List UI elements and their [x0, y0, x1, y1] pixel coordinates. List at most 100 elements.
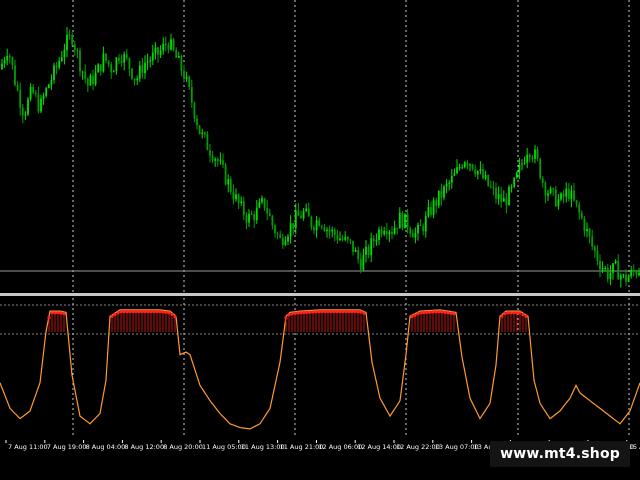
candle-body [339, 238, 341, 241]
candle-body [583, 218, 586, 232]
candle-body [157, 47, 159, 55]
candle-body [203, 132, 206, 135]
candle-body [27, 99, 29, 115]
candle-body [68, 34, 71, 36]
candle-body [167, 45, 170, 50]
indicator-dot [56, 311, 60, 315]
candle-body [261, 198, 263, 203]
candle-body [141, 65, 144, 74]
candle-body [276, 233, 279, 235]
indicator-dot [443, 310, 447, 314]
indicator-dot [515, 311, 519, 315]
candle-body [263, 198, 266, 208]
candle-body [248, 213, 250, 223]
candle-body [94, 72, 97, 85]
indicator-dot [119, 310, 123, 314]
time-axis-label: 7 Aug 11:00 [8, 443, 48, 451]
indicator-dot [314, 310, 318, 314]
indicator-dot [302, 311, 306, 315]
candle-body [617, 260, 620, 280]
candle-body [313, 227, 315, 231]
candle-body [175, 49, 178, 58]
price-pane[interactable] [0, 0, 640, 292]
candle-body [575, 200, 578, 205]
candle-body [380, 229, 383, 235]
indicator-dot [173, 315, 177, 319]
indicator-dot [323, 310, 327, 314]
candle-body [99, 64, 102, 72]
candle-body [510, 186, 513, 188]
candle-body [211, 155, 214, 161]
candle-body [193, 102, 196, 119]
indicator-dot [428, 310, 432, 314]
candle-body [505, 198, 508, 206]
candle-body [151, 52, 154, 61]
candle-body [53, 65, 55, 80]
candle-body [349, 239, 352, 241]
candle-body [159, 50, 162, 55]
indicator-dot [503, 312, 507, 316]
indicator-dot [356, 310, 360, 314]
indicator-dot [431, 310, 435, 314]
candle-body [635, 271, 638, 276]
candle-body [183, 70, 185, 79]
candle-body [232, 192, 235, 200]
candle-body [180, 56, 183, 71]
indicator-dot [347, 310, 351, 314]
candle-body [471, 164, 474, 170]
indicator-dot [512, 311, 516, 315]
candle-body [32, 86, 35, 93]
candle-body [411, 233, 414, 238]
candle-body [209, 150, 211, 156]
candle-body [430, 207, 432, 215]
time-axis-label: 12 Aug 06:00 [318, 443, 362, 451]
candle-body [375, 240, 378, 242]
candle-body [97, 64, 100, 73]
candle-body [115, 57, 118, 72]
candle-body [565, 188, 568, 197]
time-axis-label: 15 Aug [629, 443, 640, 451]
candle-body [21, 107, 24, 116]
indicator-dot [362, 311, 366, 315]
candle-body [476, 171, 479, 175]
candle-body [614, 260, 617, 264]
indicator-pane[interactable] [0, 298, 640, 438]
candle-body [440, 190, 443, 198]
chart-window[interactable]: 7 Aug 11:00 7 Aug 19:00 8 Aug 04:00 8 Aug 1… [0, 0, 640, 480]
candle-body [289, 223, 292, 237]
candle-body [424, 216, 427, 232]
indicator-dot [434, 310, 438, 314]
candle-body [357, 250, 360, 260]
indicator-dot [299, 311, 303, 315]
candle-body [419, 224, 422, 226]
candle-body [19, 90, 22, 108]
indicator-dot [284, 316, 288, 320]
time-axis-label: 8 Aug 20:00 [163, 443, 203, 451]
indicator-dot [500, 314, 504, 318]
indicator-dot [413, 313, 417, 317]
candle-body [305, 208, 308, 212]
candle-body [300, 215, 302, 219]
indicator-dot [338, 310, 342, 314]
indicator-dot [320, 310, 324, 314]
candle-body [406, 213, 409, 229]
indicator-dots [47, 310, 528, 320]
candle-body [474, 169, 477, 175]
candle-body [409, 228, 412, 234]
candle-body [185, 76, 188, 79]
candle-body [47, 84, 50, 88]
candle-body [136, 78, 139, 81]
candle-body [107, 60, 110, 65]
candle-body [219, 160, 222, 162]
indicator-dot [341, 310, 345, 314]
candle-body [508, 186, 510, 206]
candle-body [456, 167, 458, 174]
candle-body [287, 236, 289, 242]
candle-body [463, 162, 466, 168]
candle-body [341, 238, 344, 240]
time-axis-label: 11 Aug 13:00 [241, 443, 285, 451]
candle-body [378, 229, 380, 241]
candle-body [521, 163, 523, 165]
candle-body [105, 53, 107, 61]
indicator-dot [410, 315, 414, 319]
